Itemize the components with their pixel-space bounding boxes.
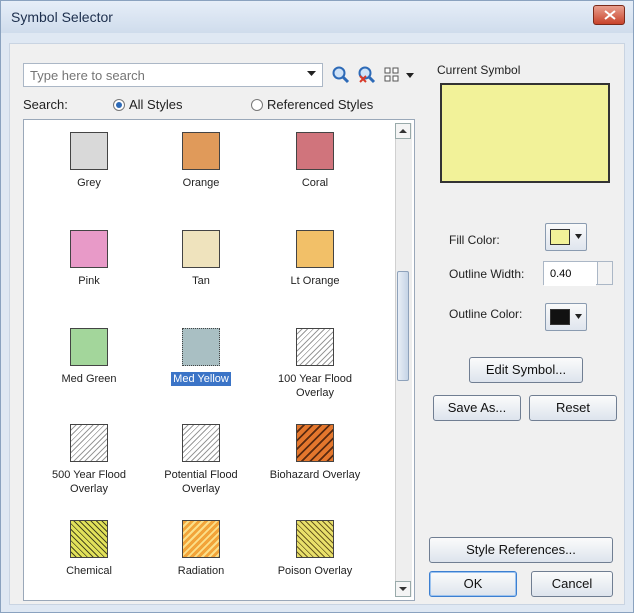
outline-color-button[interactable] xyxy=(545,303,587,331)
chevron-down-icon[interactable] xyxy=(307,71,316,77)
symbol-label: Radiation xyxy=(177,565,225,577)
search-icon[interactable] xyxy=(331,65,351,85)
view-dropdown-icon[interactable] xyxy=(406,73,414,78)
symbol-label: Grey xyxy=(77,177,101,189)
current-symbol-label: Current Symbol xyxy=(437,63,521,77)
symbol-swatch xyxy=(296,230,334,268)
symbol-swatch xyxy=(182,520,220,558)
symbol-label: Biohazard Overlay xyxy=(269,469,361,481)
chevron-up-icon xyxy=(399,129,407,133)
symbol-label: Potential Flood Overlay xyxy=(164,469,238,495)
referenced-styles-label[interactable]: Referenced Styles xyxy=(267,97,373,112)
symbol-item[interactable]: Tan xyxy=(146,230,256,288)
symbol-swatch xyxy=(70,424,108,462)
symbol-swatch xyxy=(70,520,108,558)
fill-color-label: Fill Color: xyxy=(449,233,500,247)
symbol-swatch xyxy=(296,328,334,366)
symbol-label: Med Yellow xyxy=(171,372,231,386)
symbol-item[interactable]: Potential Flood Overlay xyxy=(146,424,256,496)
symbol-item[interactable]: Chemical xyxy=(34,520,144,578)
symbol-item[interactable]: 500 Year Flood Overlay xyxy=(34,424,144,496)
outline-width-stepper[interactable] xyxy=(543,261,613,286)
symbol-label: Pink xyxy=(78,275,100,287)
symbol-swatch xyxy=(296,132,334,170)
window-title: Symbol Selector xyxy=(11,9,113,25)
fill-color-button[interactable] xyxy=(545,223,587,251)
symbol-item[interactable]: Coral xyxy=(260,132,370,190)
symbol-swatch xyxy=(182,230,220,268)
symbol-item[interactable]: Grey xyxy=(34,132,144,190)
search-field[interactable] xyxy=(23,63,323,87)
edit-symbol-button[interactable]: Edit Symbol... xyxy=(469,357,583,383)
symbol-label: 500 Year Flood Overlay xyxy=(51,469,126,495)
save-as-button[interactable]: Save As... xyxy=(433,395,521,421)
scroll-up-button[interactable] xyxy=(395,123,411,139)
symbol-item-selected[interactable]: Med Yellow xyxy=(146,328,256,386)
symbol-label: Coral xyxy=(301,177,329,189)
style-references-button[interactable]: Style References... xyxy=(429,537,613,563)
symbol-swatch xyxy=(182,424,220,462)
current-symbol-preview xyxy=(440,83,610,183)
symbol-label: Chemical xyxy=(66,565,112,577)
all-styles-label[interactable]: All Styles xyxy=(129,97,182,112)
outline-width-label: Outline Width: xyxy=(449,267,525,281)
decrement-button[interactable] xyxy=(597,273,612,284)
symbol-item[interactable]: Poison Overlay xyxy=(260,520,370,578)
symbol-label: Poison Overlay xyxy=(277,565,353,577)
symbol-item[interactable]: 100 Year Flood Overlay xyxy=(260,328,370,400)
search-input[interactable] xyxy=(24,64,296,86)
clear-search-icon[interactable] xyxy=(357,65,377,85)
close-icon xyxy=(604,10,616,20)
symbol-item[interactable]: Med Green xyxy=(34,328,144,386)
symbol-label: Med Green xyxy=(61,373,117,385)
symbol-swatch xyxy=(296,424,334,462)
symbol-item[interactable]: Radiation xyxy=(146,520,256,578)
symbol-swatch xyxy=(182,132,220,170)
symbol-swatch xyxy=(70,230,108,268)
symbol-label: Tan xyxy=(192,275,210,287)
symbol-item[interactable]: Pink xyxy=(34,230,144,288)
symbol-swatch xyxy=(296,520,334,558)
symbol-swatch xyxy=(182,328,220,366)
outline-width-input[interactable] xyxy=(544,262,596,286)
symbol-label: 100 Year Flood Overlay xyxy=(277,373,352,399)
chevron-down-icon xyxy=(399,587,407,591)
ok-button[interactable]: OK xyxy=(429,571,517,597)
fill-color-swatch xyxy=(550,229,570,245)
symbol-item[interactable]: Biohazard Overlay xyxy=(260,424,370,482)
outline-color-label: Outline Color: xyxy=(449,307,523,321)
symbol-list[interactable]: Grey Orange Coral Pink Tan Lt Orange Med… xyxy=(23,119,415,601)
close-button[interactable] xyxy=(593,5,625,25)
view-options-icon[interactable] xyxy=(383,65,403,85)
scrollbar-thumb[interactable] xyxy=(397,271,409,381)
symbol-item[interactable]: Orange xyxy=(146,132,256,190)
search-scope-label: Search: xyxy=(23,97,68,112)
all-styles-radio[interactable] xyxy=(113,99,125,111)
symbol-selector-dialog: Symbol Selector Search: All Styles Refer… xyxy=(0,0,634,613)
symbol-swatch xyxy=(70,328,108,366)
referenced-styles-radio[interactable] xyxy=(251,99,263,111)
chevron-down-icon xyxy=(575,314,582,319)
title-bar[interactable]: Symbol Selector xyxy=(1,1,633,33)
symbol-label: Lt Orange xyxy=(290,275,340,287)
reset-button[interactable]: Reset xyxy=(529,395,617,421)
chevron-down-icon xyxy=(575,234,582,239)
scroll-down-button[interactable] xyxy=(395,581,411,597)
symbol-swatch xyxy=(70,132,108,170)
cancel-button[interactable]: Cancel xyxy=(531,571,613,597)
symbol-item[interactable]: Lt Orange xyxy=(260,230,370,288)
outline-color-swatch xyxy=(550,309,570,325)
symbol-label: Orange xyxy=(182,177,220,189)
